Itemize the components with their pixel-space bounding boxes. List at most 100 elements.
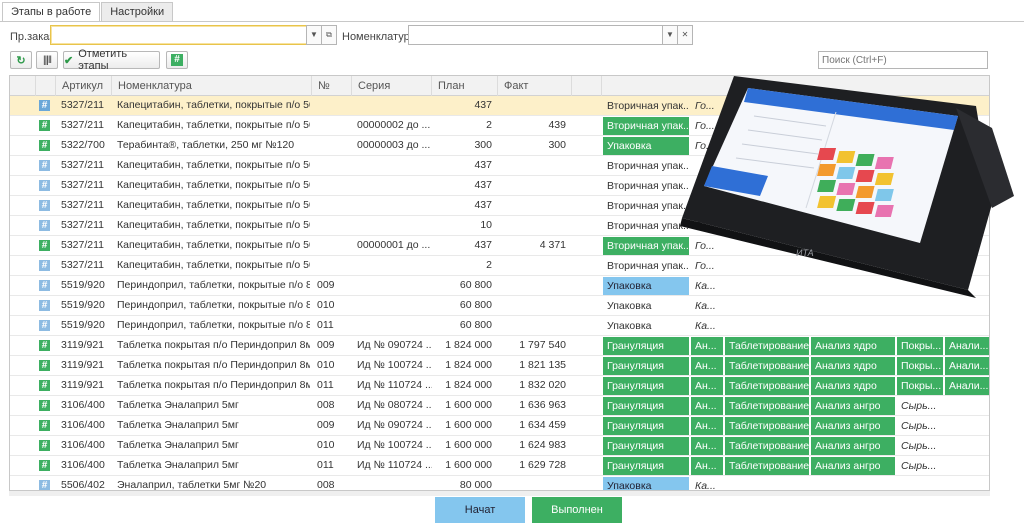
stage-cell[interactable]: Ан...	[691, 457, 723, 475]
stage-cell[interactable]: Ка...	[691, 477, 723, 490]
cell-nom: Капецитабин, таблетки, покрытые п/о 500 …	[117, 119, 310, 131]
stage-cell[interactable]: Таблетирование	[725, 437, 809, 455]
order-dropdown-button[interactable]: ▼	[306, 25, 322, 45]
table-row[interactable]: #5506/402 Эналаприл, таблетки 5мг №20 008 8…	[10, 476, 989, 491]
cell-num	[312, 116, 352, 135]
stage-cell[interactable]: Упаковка	[603, 477, 689, 490]
col-series[interactable]: Серия	[352, 76, 432, 96]
stage-cell[interactable]: Ан...	[691, 417, 723, 435]
cell-fact	[498, 296, 572, 315]
stage-cell[interactable]: Анализ ядро	[811, 377, 895, 395]
table-row[interactable]: #3119/921 Таблетка покрытая п/о Периндопр…	[10, 336, 989, 356]
stage-cell[interactable]: Грануляция	[603, 437, 689, 455]
dropdown-arrow-icon: ▼	[666, 30, 674, 39]
col-number[interactable]: №	[312, 76, 352, 96]
table-row[interactable]: #3106/400 Таблетка Эналаприл 5мг 011 Ид № 1…	[10, 456, 989, 476]
table-row[interactable]: #3106/400 Таблетка Эналаприл 5мг 010 Ид № 1…	[10, 436, 989, 456]
order-open-button[interactable]: ⧉	[321, 25, 337, 45]
cell-num	[312, 196, 352, 215]
cell-num	[312, 256, 352, 275]
stage-cell[interactable]: Анализ ангро	[811, 417, 895, 435]
stage-cell[interactable]: Таблетирование	[725, 357, 809, 375]
stage-cell[interactable]: Грануляция	[603, 417, 689, 435]
stage-cell[interactable]: Ка...	[691, 317, 723, 335]
col-plan[interactable]: План	[432, 76, 498, 96]
cell-fact	[498, 176, 572, 195]
table-row[interactable]: #3106/400 Таблетка Эналаприл 5мг 009 Ид № 0…	[10, 416, 989, 436]
table-row[interactable]: #5519/920 Периндоприл, таблетки, покрытые…	[10, 296, 989, 316]
stage-cell[interactable]: Анализ ядро	[811, 337, 895, 355]
col-article[interactable]: Артикул	[56, 76, 112, 96]
stage-cell[interactable]: Анализ ядро	[811, 357, 895, 375]
tab-stages-in-work[interactable]: Этапы в работе	[2, 2, 101, 22]
stage-cell[interactable]: Грануляция	[603, 357, 689, 375]
search-field[interactable]	[818, 51, 988, 69]
nomenclature-clear-button[interactable]: ✕	[677, 25, 693, 45]
stage-cell[interactable]: Грануляция	[603, 337, 689, 355]
stage-cell[interactable]: Грануляция	[603, 457, 689, 475]
stage-cell[interactable]: Ка...	[691, 297, 723, 315]
table-row[interactable]: #3119/921 Таблетка покрытая п/о Периндопр…	[10, 376, 989, 396]
grid-button[interactable]: #	[166, 51, 188, 69]
stage-cell[interactable]: Ан...	[691, 357, 723, 375]
cell-nom: Таблетка Эналаприл 5мг	[117, 419, 239, 431]
stage-cell[interactable]: Ан...	[691, 437, 723, 455]
started-button[interactable]: Начат	[435, 497, 525, 523]
mark-stages-button[interactable]: ✔ Отметить этапы	[63, 48, 160, 72]
cell-num	[312, 236, 352, 255]
col-nomenclature[interactable]: Номенклатура	[112, 76, 312, 96]
stage-cell[interactable]: Покры...	[897, 337, 943, 355]
stage-cell[interactable]: Упаковка	[603, 297, 689, 315]
stage-cell[interactable]: Таблетирование	[725, 337, 809, 355]
cell-series	[352, 196, 432, 215]
stage-cell[interactable]: Анализ ангро	[811, 397, 895, 415]
stage-cell[interactable]: Таблетирование	[725, 397, 809, 415]
done-button[interactable]: Выполнен	[532, 497, 622, 523]
stage-cell[interactable]: Покры...	[897, 357, 943, 375]
stage-cell[interactable]: Ан...	[691, 377, 723, 395]
nomenclature-dropdown-button[interactable]: ▼	[662, 25, 678, 45]
barcode-button[interactable]: |||‖	[36, 51, 58, 69]
row-status-icon: #	[39, 100, 50, 111]
cell-plan: 437	[474, 199, 492, 211]
horizontal-scrollbar[interactable]	[9, 491, 990, 496]
table-row[interactable]: #3119/921 Таблетка покрытая п/о Периндопр…	[10, 356, 989, 376]
stage-cell[interactable]: Анали...	[945, 337, 989, 355]
cell-num: 010	[317, 299, 335, 311]
order-field[interactable]	[50, 25, 308, 45]
refresh-button[interactable]: ↻	[10, 51, 32, 69]
col-fact[interactable]: Факт	[498, 76, 572, 96]
cell-art: 5506/402	[61, 479, 105, 491]
cell-plan: 80 000	[459, 479, 492, 491]
stage-cell[interactable]: Ан...	[691, 337, 723, 355]
stage-cell[interactable]: Сырь...	[897, 417, 943, 435]
cell-series: 00000001 до ...	[357, 239, 431, 251]
cell-num: 009	[317, 279, 335, 291]
tab-settings[interactable]: Настройки	[101, 2, 174, 21]
cell-art: 5327/211	[61, 119, 105, 131]
cell-fact: 1 636 963	[519, 399, 566, 411]
clear-icon: ✕	[681, 30, 689, 39]
nomenclature-field[interactable]	[408, 25, 664, 45]
stage-cell[interactable]: Сырь...	[897, 437, 943, 455]
stage-cell[interactable]: Таблетирование	[725, 377, 809, 395]
stage-cell[interactable]: Анали...	[945, 357, 989, 375]
stage-cell[interactable]: Покры...	[897, 377, 943, 395]
stage-cell[interactable]: Упаковка	[603, 317, 689, 335]
stage-cell[interactable]: Грануляция	[603, 397, 689, 415]
cell-series	[352, 256, 432, 275]
stage-cell[interactable]: Анализ ангро	[811, 457, 895, 475]
cell-series: Ид № 110724 ...	[357, 459, 432, 471]
stage-cell[interactable]: Сырь...	[897, 397, 943, 415]
stage-cell[interactable]: Таблетирование	[725, 417, 809, 435]
stage-cell[interactable]: Анали...	[945, 377, 989, 395]
stage-cell[interactable]: Сырь...	[897, 457, 943, 475]
stage-cell[interactable]: Анализ ангро	[811, 437, 895, 455]
table-row[interactable]: #3106/400 Таблетка Эналаприл 5мг 008 Ид № 0…	[10, 396, 989, 416]
cell-series: Ид № 090724 ...	[357, 419, 432, 431]
stage-cell[interactable]: Ан...	[691, 397, 723, 415]
stage-cell[interactable]: Таблетирование	[725, 457, 809, 475]
search-input[interactable]	[819, 52, 987, 68]
stage-cell[interactable]: Грануляция	[603, 377, 689, 395]
table-row[interactable]: #5519/920 Периндоприл, таблетки, покрытые…	[10, 316, 989, 336]
